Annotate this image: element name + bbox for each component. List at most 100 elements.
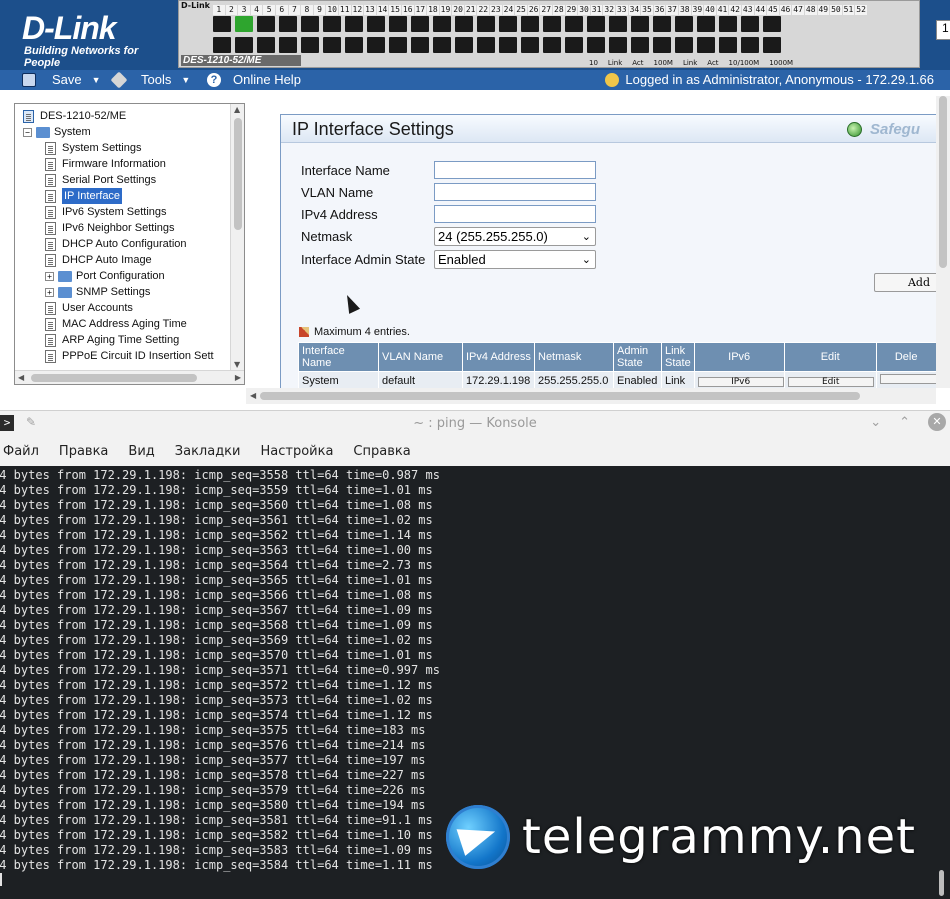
vlan-name-input[interactable] bbox=[434, 183, 596, 201]
port-icon[interactable] bbox=[587, 37, 605, 53]
port-icon[interactable] bbox=[367, 16, 385, 32]
tree-item[interactable]: IPv6 System Settings bbox=[23, 204, 214, 220]
port-icon[interactable] bbox=[499, 16, 517, 32]
edit-button[interactable]: Edit bbox=[787, 376, 874, 387]
port-icon[interactable] bbox=[235, 37, 253, 53]
port-icon[interactable] bbox=[653, 16, 671, 32]
tree-item[interactable]: + SNMP Settings bbox=[23, 284, 214, 300]
port-icon[interactable] bbox=[741, 37, 759, 53]
port-icon[interactable] bbox=[587, 16, 605, 32]
port-icon[interactable] bbox=[675, 37, 693, 53]
port-icon[interactable] bbox=[257, 37, 275, 53]
port-icon[interactable] bbox=[411, 16, 429, 32]
ipv6-button[interactable]: IPv6 bbox=[697, 376, 784, 387]
port-icon[interactable] bbox=[213, 16, 231, 32]
port-icon[interactable] bbox=[323, 16, 341, 32]
collapse-icon[interactable]: − bbox=[23, 127, 32, 137]
save-menu[interactable]: Save ▼ bbox=[22, 72, 101, 87]
port-icon[interactable] bbox=[345, 37, 363, 53]
expand-icon[interactable]: + bbox=[45, 271, 54, 281]
port-icon[interactable] bbox=[763, 37, 781, 53]
port-icon[interactable] bbox=[433, 37, 451, 53]
port-icon[interactable] bbox=[521, 37, 539, 53]
port-icon[interactable] bbox=[741, 16, 759, 32]
content-horizontal-thumb[interactable] bbox=[260, 392, 860, 400]
port-icon[interactable] bbox=[345, 16, 363, 32]
tree-item[interactable]: Serial Port Settings bbox=[23, 172, 214, 188]
menu-item[interactable]: Файл bbox=[3, 444, 39, 459]
expand-icon[interactable]: + bbox=[45, 287, 54, 297]
port-icon[interactable] bbox=[697, 37, 715, 53]
tree-horizontal-scrollbar[interactable]: ◀ ▶ bbox=[15, 370, 244, 384]
port-icon[interactable] bbox=[631, 37, 649, 53]
port-icon[interactable] bbox=[279, 37, 297, 53]
port-icon[interactable] bbox=[279, 16, 297, 32]
netmask-select[interactable]: 24 (255.255.255.0) ⌄ bbox=[434, 227, 596, 246]
content-vertical-scrollbar[interactable] bbox=[936, 96, 950, 388]
port-icon[interactable] bbox=[521, 16, 539, 32]
tree-item[interactable]: MAC Address Aging Time bbox=[23, 316, 214, 332]
terminal-scrollbar-thumb[interactable] bbox=[939, 870, 944, 896]
menu-item[interactable]: Настройка bbox=[260, 444, 333, 459]
tree-root[interactable]: DES-1210-52/ME bbox=[23, 108, 214, 124]
port-icon[interactable] bbox=[499, 37, 517, 53]
port-icon[interactable] bbox=[389, 37, 407, 53]
scroll-down-icon[interactable]: ▼ bbox=[234, 360, 240, 369]
tree-item[interactable]: DHCP Auto Configuration bbox=[23, 236, 214, 252]
admin-state-select[interactable]: Enabled ⌄ bbox=[434, 250, 596, 269]
maximize-icon[interactable]: ⌃ bbox=[899, 415, 910, 430]
port-icon[interactable] bbox=[367, 37, 385, 53]
close-icon[interactable]: ✕ bbox=[928, 413, 946, 431]
tree-item[interactable]: IP Interface bbox=[23, 188, 214, 204]
port-icon[interactable] bbox=[389, 16, 407, 32]
port-icon[interactable] bbox=[675, 16, 693, 32]
port-icon[interactable] bbox=[697, 16, 715, 32]
ipv4-address-input[interactable] bbox=[434, 205, 596, 223]
port-icon[interactable] bbox=[235, 16, 253, 32]
minimize-icon[interactable]: ⌄ bbox=[870, 415, 881, 430]
port-icon[interactable] bbox=[455, 16, 473, 32]
menu-item[interactable]: Вид bbox=[128, 444, 154, 459]
scroll-left-icon[interactable]: ◀ bbox=[250, 391, 256, 400]
tree-item[interactable]: User Accounts bbox=[23, 300, 214, 316]
delete-button[interactable] bbox=[879, 374, 936, 384]
port-icon[interactable] bbox=[609, 37, 627, 53]
tree-item[interactable]: + Port Configuration bbox=[23, 268, 214, 284]
scroll-left-icon[interactable]: ◀ bbox=[18, 373, 24, 382]
port-icon[interactable] bbox=[411, 37, 429, 53]
port-icon[interactable] bbox=[257, 16, 275, 32]
online-help-link[interactable]: ? Online Help bbox=[207, 72, 301, 87]
port-icon[interactable] bbox=[543, 16, 561, 32]
tree-horizontal-thumb[interactable] bbox=[31, 374, 197, 382]
banner-side-field[interactable]: 1 bbox=[936, 20, 950, 40]
port-icon[interactable] bbox=[609, 16, 627, 32]
port-icon[interactable] bbox=[653, 37, 671, 53]
port-icon[interactable] bbox=[455, 37, 473, 53]
port-icon[interactable] bbox=[763, 16, 781, 32]
tree-item[interactable]: ARP Aging Time Setting bbox=[23, 332, 214, 348]
port-icon[interactable] bbox=[719, 16, 737, 32]
tree-vertical-scrollbar[interactable]: ▲ ▼ bbox=[230, 104, 244, 370]
tree-item[interactable]: − System bbox=[23, 124, 214, 140]
port-icon[interactable] bbox=[301, 37, 319, 53]
port-icon[interactable] bbox=[433, 16, 451, 32]
tree-item[interactable]: PPPoE Circuit ID Insertion Sett bbox=[23, 348, 214, 364]
menu-item[interactable]: Закладки bbox=[175, 444, 241, 459]
tree-item[interactable]: System Settings bbox=[23, 140, 214, 156]
port-icon[interactable] bbox=[323, 37, 341, 53]
scroll-right-icon[interactable]: ▶ bbox=[235, 373, 241, 382]
port-icon[interactable] bbox=[719, 37, 737, 53]
port-icon[interactable] bbox=[565, 16, 583, 32]
port-icon[interactable] bbox=[565, 37, 583, 53]
tree-item[interactable]: IPv6 Neighbor Settings bbox=[23, 220, 214, 236]
interface-name-input[interactable] bbox=[434, 161, 596, 179]
content-vertical-thumb[interactable] bbox=[939, 96, 947, 268]
tree-vertical-thumb[interactable] bbox=[234, 118, 242, 230]
port-icon[interactable] bbox=[213, 37, 231, 53]
menu-item[interactable]: Справка bbox=[353, 444, 410, 459]
port-icon[interactable] bbox=[543, 37, 561, 53]
port-icon[interactable] bbox=[301, 16, 319, 32]
tree-item[interactable]: Firmware Information bbox=[23, 156, 214, 172]
tools-menu[interactable]: Tools ▼ bbox=[110, 71, 190, 88]
scroll-up-icon[interactable]: ▲ bbox=[234, 105, 240, 114]
